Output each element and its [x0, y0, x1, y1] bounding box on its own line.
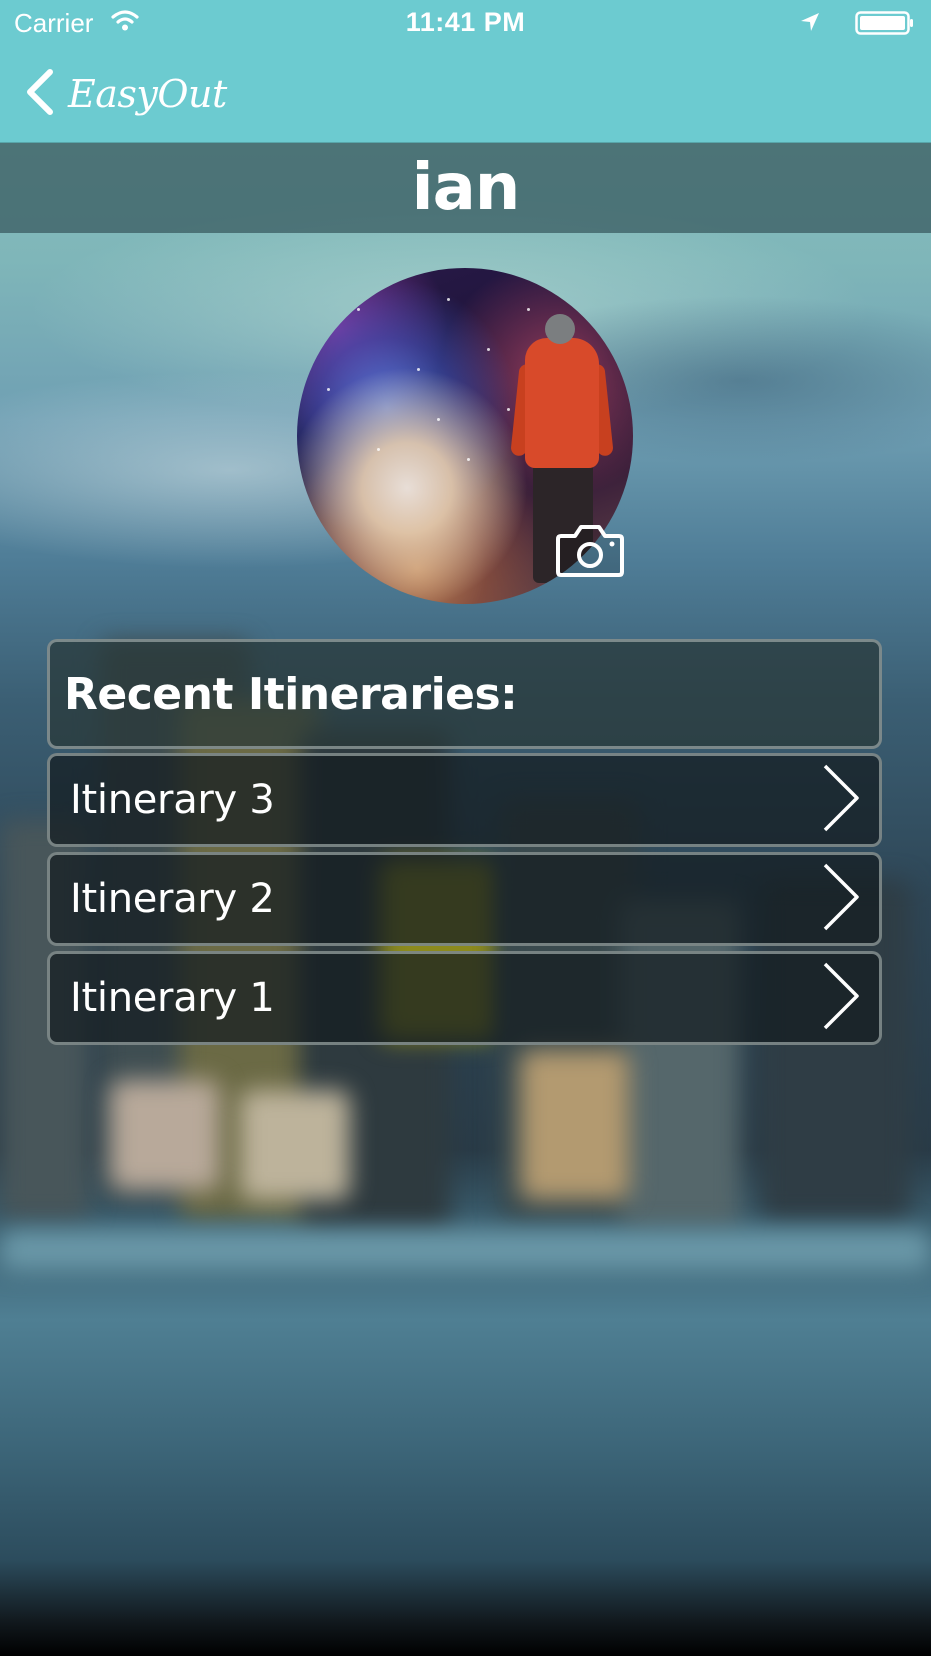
- recent-itineraries-header: Recent Itineraries:: [47, 639, 882, 749]
- chevron-right-icon: [821, 863, 861, 935]
- recent-itineraries-title: Recent Itineraries:: [64, 668, 518, 720]
- chevron-right-icon: [821, 764, 861, 836]
- itinerary-label: Itinerary 1: [70, 975, 275, 1021]
- location-arrow-icon: [799, 11, 821, 37]
- navigation-bar: EasyOut: [0, 46, 931, 143]
- chevron-right-icon: [821, 962, 861, 1034]
- chevron-left-icon: [24, 68, 54, 120]
- list-item[interactable]: Itinerary 2: [47, 852, 882, 946]
- battery-icon: [855, 11, 915, 39]
- itinerary-label: Itinerary 3: [70, 777, 275, 823]
- profile-name: ian: [411, 151, 521, 225]
- profile-name-bar: ian: [0, 143, 931, 233]
- camera-icon[interactable]: [555, 522, 625, 582]
- back-button[interactable]: EasyOut: [24, 66, 227, 122]
- list-item[interactable]: Itinerary 1: [47, 951, 882, 1045]
- status-bar: Carrier 11:41 PM: [0, 0, 931, 46]
- itinerary-label: Itinerary 2: [70, 876, 275, 922]
- clock: 11:41 PM: [405, 7, 526, 37]
- back-button-label: EasyOut: [68, 72, 227, 116]
- list-item[interactable]: Itinerary 3: [47, 753, 882, 847]
